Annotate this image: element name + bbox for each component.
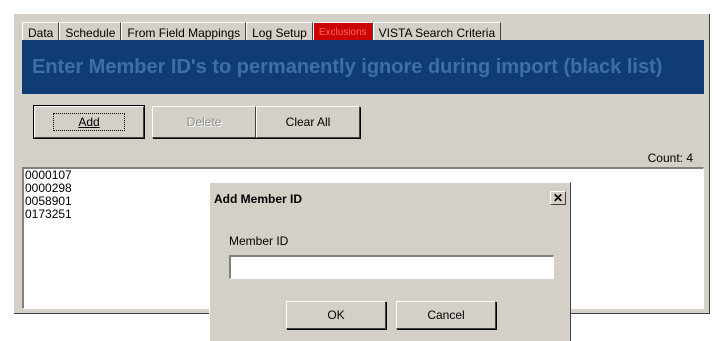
tab-from-field-mappings[interactable]: From Field Mappings — [121, 22, 247, 42]
member-id-label: Member ID — [229, 234, 289, 248]
close-icon[interactable]: ✕ — [550, 191, 566, 205]
tab-strip: Data Schedule From Field Mappings Log Se… — [22, 20, 502, 42]
tab-exclusions[interactable]: Exclusions — [312, 22, 373, 42]
delete-button[interactable]: Delete — [152, 106, 256, 138]
list-item[interactable]: 0000107 — [24, 169, 703, 182]
dialog-title: Add Member ID — [214, 192, 303, 206]
tab-schedule[interactable]: Schedule — [59, 22, 122, 42]
clear-all-button[interactable]: Clear All — [256, 106, 360, 138]
tab-log-setup[interactable]: Log Setup — [246, 22, 313, 42]
instruction-banner: Enter Member ID's to permanently ignore … — [22, 40, 704, 94]
add-member-id-dialog: Add Member ID ✕ Member ID OK Cancel — [209, 182, 571, 341]
member-id-input[interactable] — [229, 255, 554, 279]
count-label: Count: 4 — [647, 151, 693, 165]
cancel-button[interactable]: Cancel — [396, 301, 496, 329]
tab-vista-search-criteria[interactable]: VISTA Search Criteria — [372, 22, 502, 42]
tab-data[interactable]: Data — [22, 22, 60, 42]
add-button[interactable]: Add — [33, 105, 145, 139]
add-button-label: Add — [53, 113, 125, 131]
ok-button[interactable]: OK — [286, 301, 386, 329]
